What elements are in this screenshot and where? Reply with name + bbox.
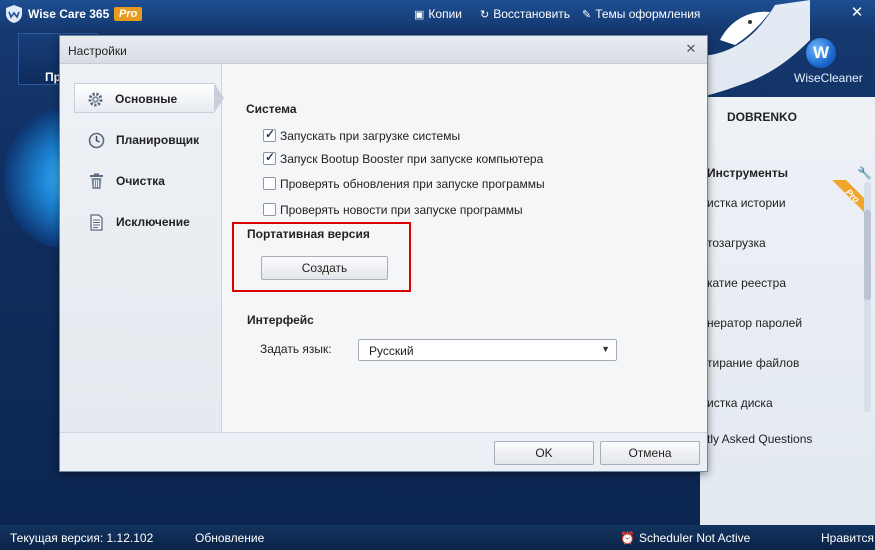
sidebar-item-exclusions[interactable]: Исключение: [76, 207, 226, 237]
system-section-title: Система: [246, 102, 297, 116]
sidebar-item-label: Исключение: [116, 215, 190, 229]
language-label: Задать язык:: [260, 342, 332, 356]
update-link[interactable]: Обновление: [195, 531, 264, 545]
tool-disk-cleaner[interactable]: истка диска: [707, 396, 773, 410]
app-close-button[interactable]: ✕: [847, 4, 867, 22]
save-icon: ▣: [414, 9, 425, 21]
gear-icon: [88, 92, 103, 107]
theme-icon: ✎: [582, 9, 592, 21]
wrench-icon[interactable]: 🔧: [857, 166, 872, 180]
version-label: Текущая версия: 1.12.102: [10, 531, 154, 545]
document-icon: [90, 214, 103, 231]
dialog-title: Настройки: [68, 44, 127, 58]
restore-link[interactable]: ↻ Восстановить: [480, 7, 570, 21]
tools-title: Инструменты: [707, 166, 789, 180]
check-updates-checkbox[interactable]: [263, 177, 276, 190]
sidebar-item-cleaning[interactable]: Очистка: [76, 166, 226, 196]
alarm-clock-icon: ⏰: [620, 531, 635, 545]
sidebar-item-label: Планировщик: [116, 133, 200, 147]
pro-badge: Pro: [114, 7, 143, 21]
clock-icon: [88, 132, 105, 149]
option-label: Проверять обновления при запуске програм…: [280, 177, 545, 191]
checkmark-icon: ✓: [265, 127, 276, 141]
tool-password-gen[interactable]: нератор паролей: [707, 316, 802, 330]
portable-section-title: Портативная версия: [247, 227, 370, 241]
option-label: Запуск Bootup Booster при запуске компью…: [280, 152, 544, 166]
bootup-booster-checkbox[interactable]: ✓: [263, 150, 276, 165]
scheduler-status[interactable]: ⏰ Scheduler Not Active: [620, 531, 750, 545]
scheduler-label: Scheduler Not Active: [638, 531, 751, 545]
faq-link[interactable]: tly Asked Questions: [707, 432, 812, 446]
settings-sidebar: Основные Планировщик Очистка Исключение: [60, 64, 224, 432]
settings-dialog: Настройки ✕ Основные Планировщик Очистка…: [59, 35, 708, 472]
user-name[interactable]: DOBRENKO: [727, 110, 797, 124]
option-label: Проверять новости при запуске программы: [280, 203, 523, 217]
checkmark-icon: ✓: [265, 150, 276, 164]
pro-ribbon-icon: Pro: [832, 180, 864, 212]
right-panel: [700, 97, 875, 525]
statusbar: Текущая версия: 1.12.102 Обновление ⏰ Sch…: [0, 525, 875, 550]
restore-link-label: Восстановить: [493, 7, 571, 21]
tools-scrollbar-thumb[interactable]: [864, 210, 871, 300]
like-link[interactable]: Нравится: [821, 531, 874, 545]
sidebar-item-general[interactable]: Основные: [74, 83, 224, 113]
backup-link-label: Копии: [428, 7, 462, 21]
ok-button[interactable]: OK: [494, 441, 594, 465]
tool-history-cleaner[interactable]: истка истории: [707, 196, 786, 210]
autostart-checkbox[interactable]: ✓: [263, 127, 276, 142]
create-portable-button[interactable]: Создать: [261, 256, 388, 280]
cancel-button[interactable]: Отмена: [600, 441, 700, 465]
check-news-checkbox[interactable]: [263, 203, 276, 216]
language-select-value: Русский: [369, 344, 414, 358]
dialog-close-button[interactable]: ✕: [682, 40, 700, 58]
restore-icon: ↻: [480, 9, 490, 21]
backup-link[interactable]: ▣ Копии: [414, 7, 462, 21]
wisecleaner-label: WiseCleaner: [794, 71, 863, 85]
sidebar-item-scheduler[interactable]: Планировщик: [76, 125, 226, 155]
app-logo-icon: [6, 5, 22, 23]
app-title: Wise Care 365: [28, 7, 110, 21]
sidebar-item-label: Основные: [115, 92, 178, 106]
tool-startup[interactable]: тозагрузка: [707, 236, 766, 250]
wisecleaner-logo-icon[interactable]: W: [806, 38, 836, 68]
sidebar-item-label: Очистка: [116, 174, 165, 188]
interface-section-title: Интерфейс: [247, 313, 314, 327]
option-label: Запускать при загрузке системы: [280, 129, 461, 143]
dialog-footer: OK Отмена: [60, 432, 707, 471]
language-select[interactable]: Русский ▼: [358, 339, 617, 361]
tool-file-shredder[interactable]: тирание файлов: [707, 356, 799, 370]
tool-registry[interactable]: катие реестра: [707, 276, 786, 290]
trash-icon: [90, 173, 103, 189]
dialog-titlebar[interactable]: Настройки ✕: [60, 36, 707, 64]
chevron-down-icon: ▼: [601, 344, 610, 354]
